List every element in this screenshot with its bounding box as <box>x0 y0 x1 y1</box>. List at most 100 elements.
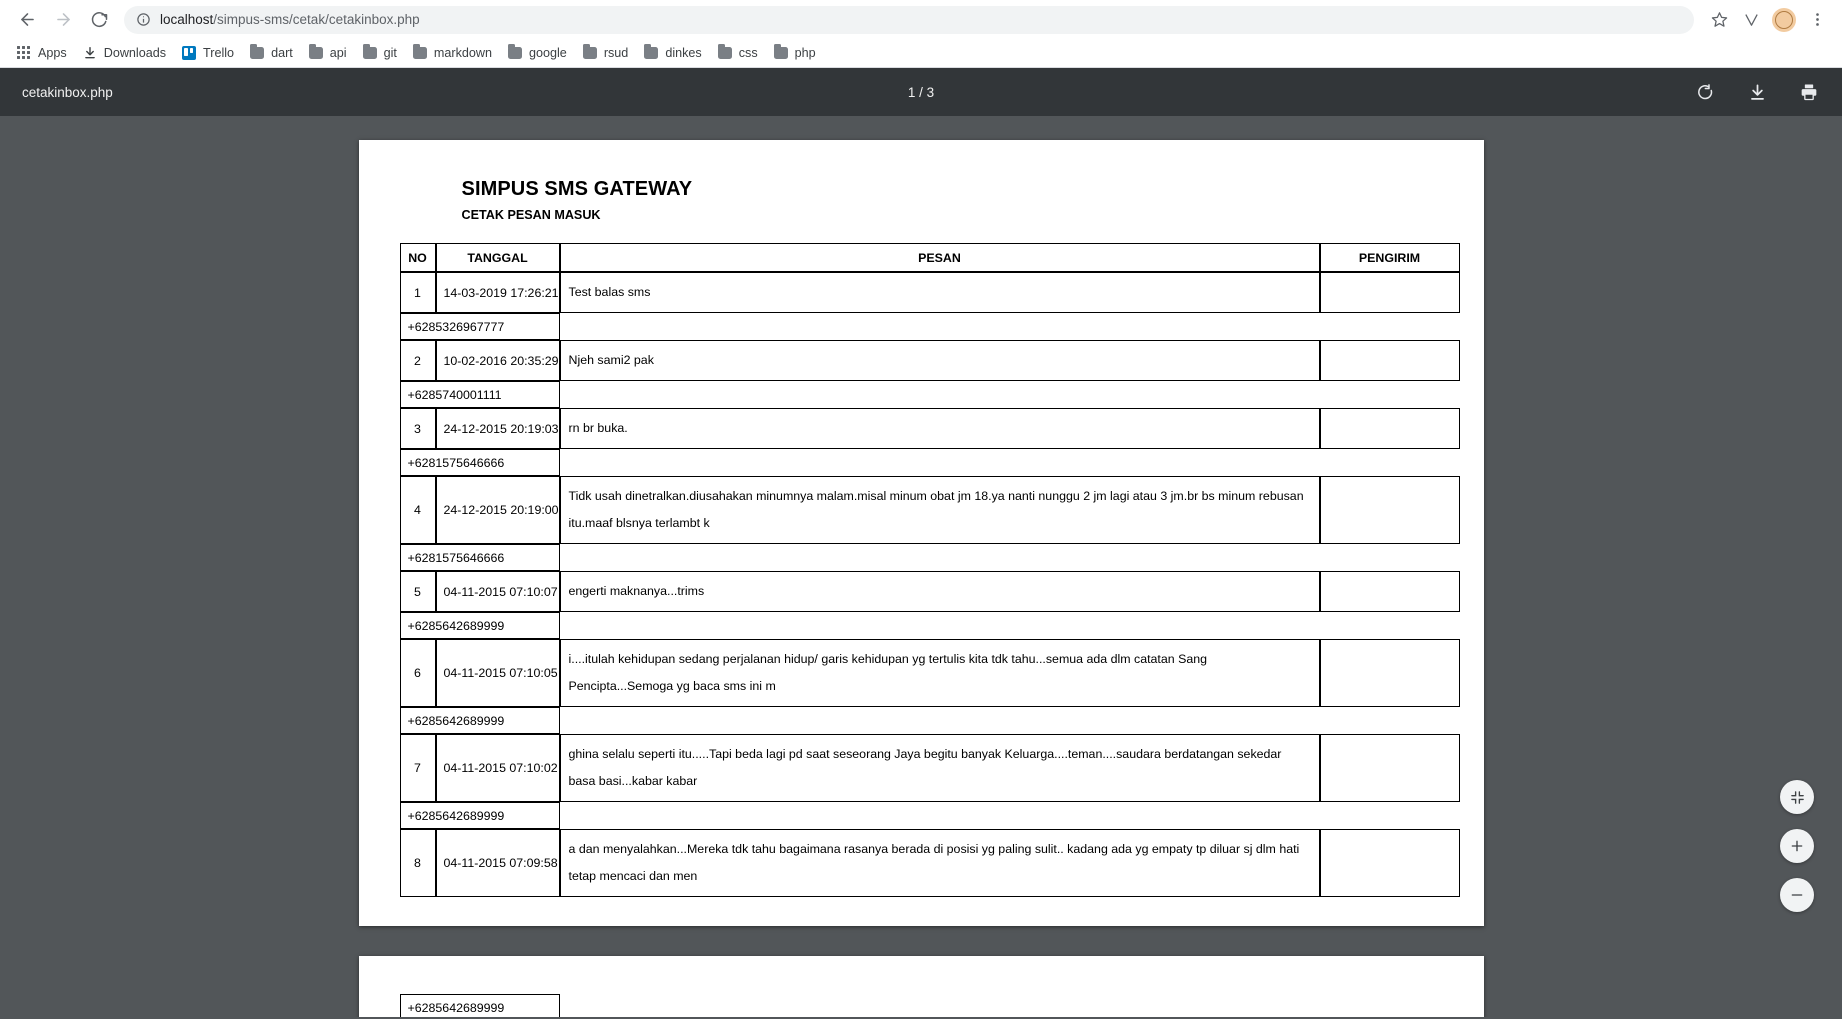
bookmarks-bar: Apps Downloads Trello dart api git markd… <box>0 39 1842 68</box>
pdf-page-2: +6285642689999 9 04-11-2015 07:09:55 Pad… <box>358 956 1484 1017</box>
reload-button[interactable] <box>82 3 116 37</box>
cell-no: 7 <box>399 734 436 802</box>
sender-blank <box>1320 449 1460 476</box>
url-text: localhost/simpus-sms/cetak/cetakinbox.ph… <box>160 12 420 27</box>
site-info-icon[interactable] <box>136 12 151 27</box>
bookmark-label: Apps <box>38 46 67 60</box>
bookmark-css[interactable]: css <box>710 42 766 64</box>
cell-tanggal: 04-11-2015 07:10:07 <box>435 571 560 612</box>
folder-icon <box>773 44 788 59</box>
zoom-controls <box>1780 780 1814 912</box>
bookmark-google[interactable]: google <box>500 42 575 64</box>
folder-icon <box>507 44 522 59</box>
page-subtitle: CETAK PESAN MASUK <box>461 208 601 222</box>
fit-to-page-button[interactable] <box>1780 780 1814 814</box>
bookmark-label: dinkes <box>665 46 702 60</box>
sender-blank <box>560 544 1320 571</box>
pdf-scroll-area[interactable]: SIMPUS SMS GATEWAY CETAK PESAN MASUK NO … <box>0 116 1842 1017</box>
bookmark-markdown[interactable]: markdown <box>405 42 500 64</box>
cell-sender: +6285642689999 <box>399 612 560 639</box>
table-row: 4 24-12-2015 20:19:00 Tidk usah dinetral… <box>399 476 1460 544</box>
cell-no: 1 <box>399 272 436 313</box>
messages-table-continued: +6285642689999 9 04-11-2015 07:09:55 Pad… <box>399 994 1460 1017</box>
bookmark-api[interactable]: api <box>301 42 355 64</box>
cell-tanggal: 10-02-2016 20:35:29 <box>435 340 560 381</box>
pdf-viewer: cetakinbox.php 1 / 3 SIMPUS SMS GATEWAY … <box>0 68 1842 1017</box>
download-button[interactable] <box>1746 81 1768 103</box>
pdf-toolbar-actions <box>1694 81 1820 103</box>
bookmark-star-icon[interactable] <box>1704 5 1734 35</box>
table-header: NO TANGGAL PESAN PENGIRIM <box>399 243 1460 272</box>
table-row: 1 14-03-2019 17:26:21 Test balas sms <box>399 272 1460 313</box>
cell-no: 5 <box>399 571 436 612</box>
bookmark-trello[interactable]: Trello <box>174 42 242 64</box>
cell-no: 6 <box>399 639 436 707</box>
cell-no: 4 <box>399 476 436 544</box>
table-body-continued: +6285642689999 9 04-11-2015 07:09:55 Pad… <box>399 994 1460 1017</box>
table-row: 8 04-11-2015 07:09:58 a dan menyalahkan.… <box>399 829 1460 897</box>
chrome-menu-icon[interactable] <box>1802 5 1832 35</box>
trello-icon <box>182 46 197 60</box>
page-title: SIMPUS SMS GATEWAY <box>461 178 693 200</box>
folder-icon <box>362 44 377 59</box>
bookmark-rsud[interactable]: rsud <box>575 42 637 64</box>
cell-pengirim-spacer <box>1319 272 1460 313</box>
table-row: 6 04-11-2015 07:10:05 i....itulah kehidu… <box>399 639 1460 707</box>
cell-sender: +6281575646666 <box>399 449 560 476</box>
cell-tanggal: 14-03-2019 17:26:21 <box>435 272 560 313</box>
table-row: 2 10-02-2016 20:35:29 Njeh sami2 pak <box>399 340 1460 381</box>
pdf-filename: cetakinbox.php <box>22 84 113 100</box>
back-button[interactable] <box>10 3 44 37</box>
profile-avatar[interactable] <box>1772 7 1796 32</box>
bookmark-apps[interactable]: Apps <box>9 42 75 64</box>
bookmark-git[interactable]: git <box>355 42 405 64</box>
bookmark-dinkes[interactable]: dinkes <box>636 42 709 64</box>
bookmark-downloads[interactable]: Downloads <box>75 42 174 64</box>
table-header-row: NO TANGGAL PESAN PENGIRIM <box>399 243 1460 272</box>
table-sender-row: +6285642689999 <box>399 994 1460 1017</box>
table-sender-row: +6285642689999 <box>399 802 1460 829</box>
column-header-pengirim: PENGIRIM <box>1319 243 1460 272</box>
bookmark-label: dart <box>271 46 293 60</box>
rotate-button[interactable] <box>1694 81 1716 103</box>
table-sender-row: +6281575646666 <box>399 449 1460 476</box>
column-header-no: NO <box>399 243 436 272</box>
zoom-out-button[interactable] <box>1780 878 1814 912</box>
bookmark-php[interactable]: php <box>766 42 824 64</box>
table-row: 5 04-11-2015 07:10:07 engerti maknanya..… <box>399 571 1460 612</box>
apps-grid-icon <box>17 46 31 60</box>
table-body: 1 14-03-2019 17:26:21 Test balas sms +62… <box>399 272 1460 897</box>
cell-pesan: Njeh sami2 pak <box>559 340 1320 381</box>
sender-blank <box>560 707 1320 734</box>
bookmark-label: git <box>383 46 397 60</box>
cell-no: 2 <box>399 340 436 381</box>
bookmark-dart[interactable]: dart <box>242 42 301 64</box>
address-bar[interactable]: localhost/simpus-sms/cetak/cetakinbox.ph… <box>124 5 1694 34</box>
sender-blank <box>560 313 1320 340</box>
print-button[interactable] <box>1798 81 1820 103</box>
cell-pesan: ghina selalu seperti itu.....Tapi beda l… <box>559 734 1320 802</box>
sender-blank <box>1320 381 1460 408</box>
cell-no: 3 <box>399 408 436 449</box>
url-path: /simpus-sms/cetak/cetakinbox.php <box>213 12 420 27</box>
bookmark-label: google <box>528 46 567 60</box>
pdf-page-1: SIMPUS SMS GATEWAY CETAK PESAN MASUK NO … <box>358 140 1484 926</box>
extension-icon[interactable] <box>1736 5 1766 35</box>
bookmark-label: php <box>794 46 816 60</box>
download-icon <box>83 46 97 60</box>
cell-pesan: i....itulah kehidupan sedang perjalanan … <box>559 639 1320 707</box>
cell-pengirim-spacer <box>1319 408 1460 449</box>
cell-pengirim-spacer <box>1319 476 1460 544</box>
zoom-in-button[interactable] <box>1780 829 1814 863</box>
cell-tanggal: 04-11-2015 07:10:05 <box>435 639 560 707</box>
bookmark-label: api <box>329 46 347 60</box>
folder-icon <box>308 44 323 59</box>
cell-sender: +6281575646666 <box>399 544 560 571</box>
table-sender-row: +6285642689999 <box>399 707 1460 734</box>
avatar-face-icon <box>1775 10 1793 29</box>
cell-tanggal: 04-11-2015 07:09:58 <box>435 829 560 897</box>
forward-button[interactable] <box>46 3 80 37</box>
cell-pesan: a dan menyalahkan...Mereka tdk tahu baga… <box>559 829 1320 897</box>
sender-blank <box>560 449 1320 476</box>
sender-blank <box>1320 544 1460 571</box>
